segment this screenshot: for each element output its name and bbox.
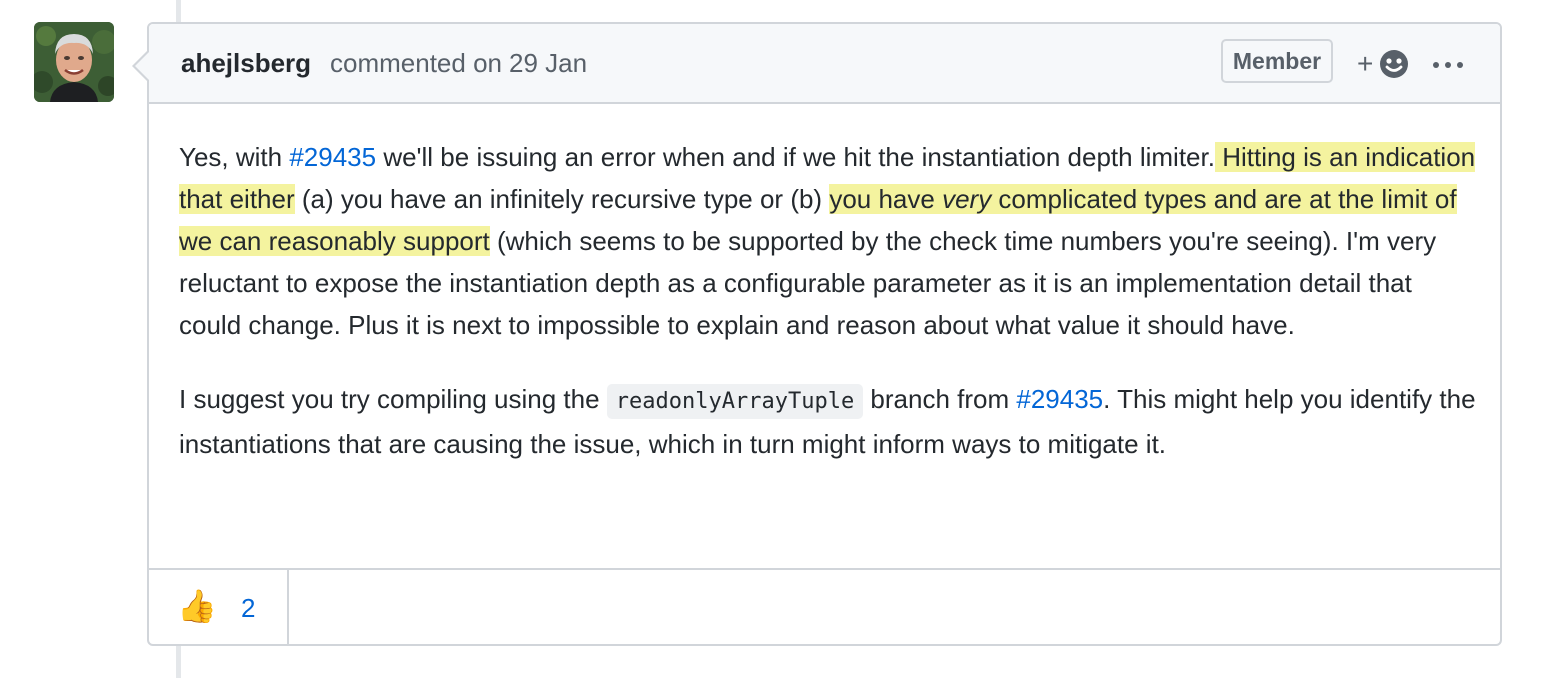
comment-paragraph-1: Yes, with #29435 we'll be issuing an err… [179,136,1479,346]
comment-header: ahejlsberg commented on 29 Jan Member + [149,24,1500,104]
text-run: we'll be issuing an error when and if we… [376,142,1215,172]
add-reaction-button[interactable]: + [1357,44,1415,84]
text-run: branch from [863,384,1017,414]
text-run: (a) you have an infinitely recursive typ… [294,184,830,214]
thumbs-up-icon: 👍 [177,588,217,624]
comment-meta: commented on 29 Jan [330,48,587,79]
smiley-icon [1380,50,1408,78]
text-run: I suggest you try compiling using the [179,384,607,414]
reaction-count: 2 [241,593,256,623]
avatar-photo [34,22,114,102]
inline-code: readonlyArrayTuple [606,384,864,419]
comment-action-text: commented on [330,48,502,78]
dot [1457,62,1463,68]
comment-pointer-fill [135,52,149,80]
comment-body: Yes, with #29435 we'll be issuing an err… [179,136,1479,465]
text-run: you have [829,184,943,214]
comment-date-link[interactable]: 29 Jan [509,48,587,78]
plus-icon: + [1357,48,1374,79]
text-run: Yes, with [179,142,290,172]
author-avatar[interactable] [34,22,114,102]
reactions-bar: 👍 2 [149,568,1500,644]
more-options-kebab-icon[interactable] [1433,44,1465,84]
dot [1445,62,1451,68]
member-badge: Member [1221,39,1333,83]
emphasis-text: very [942,184,992,214]
issue-link-29435[interactable]: #29435 [1016,384,1103,414]
dot [1433,62,1439,68]
author-name-link[interactable]: ahejlsberg [181,48,311,79]
comment-paragraph-2: I suggest you try compiling using the re… [179,378,1479,465]
comment-card: ahejlsberg commented on 29 Jan Member + Y… [132,22,1502,646]
thumbs-up-reaction-button[interactable]: 👍 2 [149,570,289,644]
issue-link-29435[interactable]: #29435 [289,142,376,172]
